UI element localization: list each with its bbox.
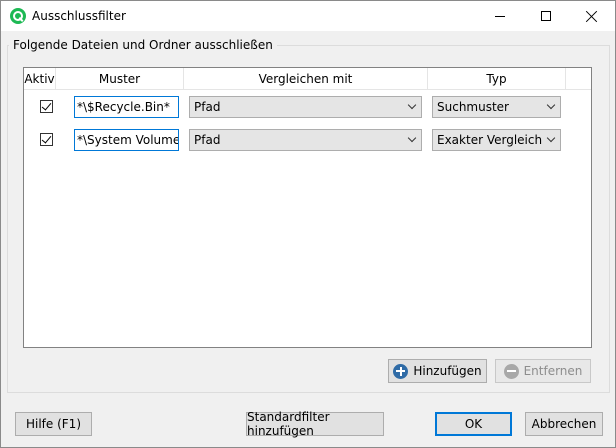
table-row: *\$Recycle.Bin* Pfad Suchmuster xyxy=(24,92,591,122)
cancel-button[interactable]: Abbrechen xyxy=(525,412,603,436)
compare-with-select[interactable]: Pfad xyxy=(189,129,422,151)
type-value: Suchmuster xyxy=(437,100,509,114)
column-header-active[interactable]: Aktiv xyxy=(24,68,56,90)
active-checkbox[interactable] xyxy=(40,133,53,146)
dialog-window: Ausschlussfilter Folgende Dateien und Or… xyxy=(0,0,616,448)
minimize-icon xyxy=(495,15,505,17)
column-header-type[interactable]: Typ xyxy=(428,68,566,90)
minus-circle-icon xyxy=(503,363,519,379)
filter-table: Aktiv Muster Vergleichen mit Typ *\$Recy… xyxy=(23,67,592,348)
group-label: Folgende Dateien und Ordner ausschließen xyxy=(9,38,277,52)
standard-filter-button[interactable]: Standardfilter hinzufügen xyxy=(246,410,384,438)
pattern-input[interactable]: *\System Volume In xyxy=(74,129,179,151)
compare-with-select[interactable]: Pfad xyxy=(189,96,422,118)
remove-button[interactable]: Entfernen xyxy=(495,359,591,383)
remove-button-label: Entfernen xyxy=(523,364,583,378)
maximize-button[interactable] xyxy=(523,1,569,31)
compare-with-value: Pfad xyxy=(194,133,221,147)
window-title: Ausschlussfilter xyxy=(32,9,126,23)
type-select[interactable]: Exakter Vergleich xyxy=(432,129,561,151)
minimize-button[interactable] xyxy=(477,1,523,31)
close-button[interactable] xyxy=(569,1,615,31)
type-value: Exakter Vergleich xyxy=(437,133,543,147)
table-row: *\System Volume In Pfad Exakter Vergleic… xyxy=(24,125,591,155)
ok-button[interactable]: OK xyxy=(435,412,512,436)
column-header-pattern[interactable]: Muster xyxy=(56,68,184,90)
chevron-down-icon xyxy=(546,133,556,143)
type-select[interactable]: Suchmuster xyxy=(432,96,561,118)
add-button[interactable]: Hinzufügen xyxy=(388,359,487,383)
table-header: Aktiv Muster Vergleichen mit Typ xyxy=(24,68,591,90)
title-bar[interactable]: Ausschlussfilter xyxy=(1,1,615,31)
maximize-icon xyxy=(541,11,551,21)
chevron-down-icon xyxy=(407,100,417,110)
chevron-down-icon xyxy=(546,100,556,110)
column-header-compare[interactable]: Vergleichen mit xyxy=(184,68,428,90)
pattern-input[interactable]: *\$Recycle.Bin* xyxy=(74,96,179,118)
close-icon xyxy=(586,10,598,22)
active-checkbox[interactable] xyxy=(40,100,53,113)
add-button-label: Hinzufügen xyxy=(413,364,482,378)
compare-with-value: Pfad xyxy=(194,100,221,114)
chevron-down-icon xyxy=(407,133,417,143)
plus-circle-icon xyxy=(393,363,409,379)
help-button[interactable]: Hilfe (F1) xyxy=(15,412,92,436)
app-logo-icon xyxy=(10,8,26,24)
